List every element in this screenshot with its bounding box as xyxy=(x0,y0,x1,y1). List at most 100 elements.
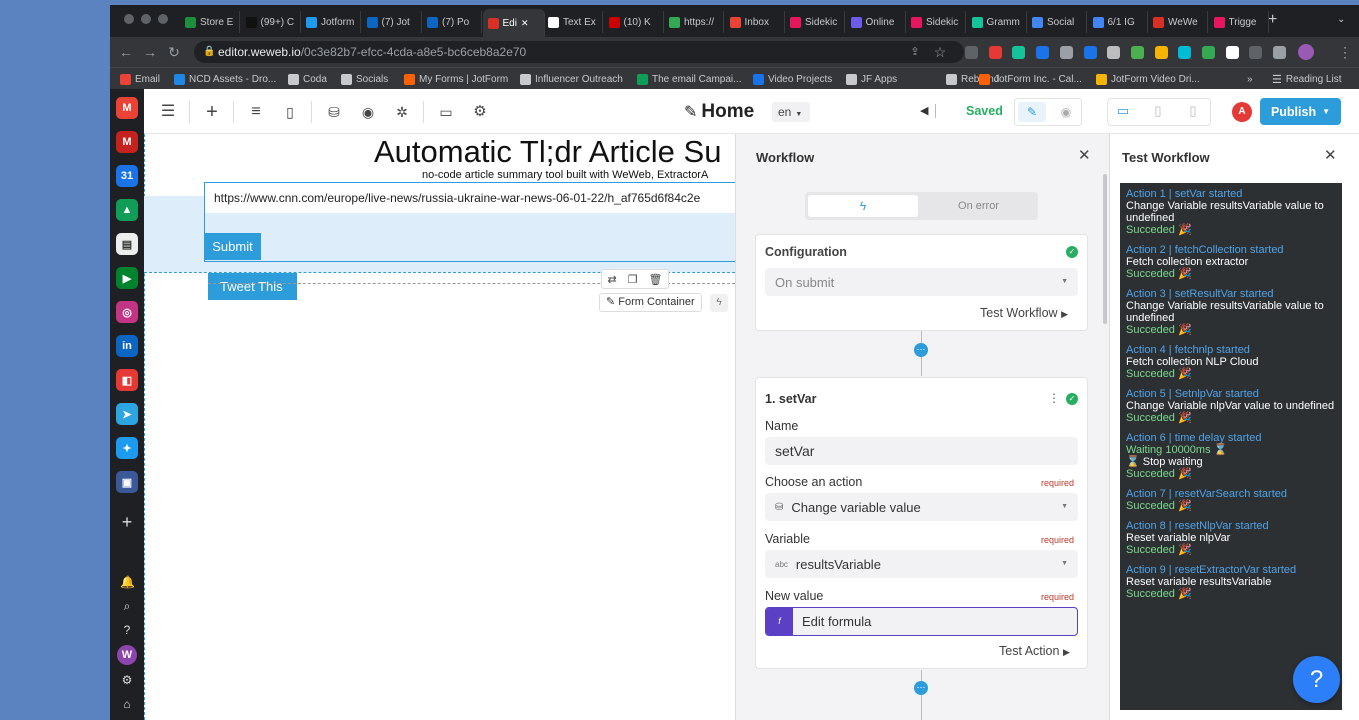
trigger-select[interactable]: On submit ▼ xyxy=(765,268,1078,296)
bookmark-item[interactable]: The email Campai... xyxy=(637,71,741,87)
tab-search-icon[interactable]: ⌄ xyxy=(1337,14,1345,25)
settings-icon[interactable]: ⚙ xyxy=(469,101,491,123)
extension-icon[interactable] xyxy=(1202,46,1215,59)
add-app-icon[interactable]: + xyxy=(120,513,134,531)
browser-menu-icon[interactable]: ⋮ xyxy=(1335,42,1355,62)
users-icon[interactable]: ◉ xyxy=(357,101,379,123)
instagram-icon[interactable]: ◎ xyxy=(116,301,138,323)
bookmarks-more[interactable]: » xyxy=(1247,71,1253,87)
browser-tab[interactable]: Store E xyxy=(180,11,240,33)
calendar-icon[interactable]: 31 xyxy=(116,165,138,187)
maximize-window-dot[interactable] xyxy=(158,14,168,24)
app-icon[interactable]: ◧ xyxy=(116,369,138,391)
twitter-icon[interactable]: ✦ xyxy=(116,437,138,459)
bookmark-item[interactable]: Socials xyxy=(341,71,388,87)
plugins-icon[interactable]: ✲ xyxy=(391,101,413,123)
trash-icon[interactable]: 🗑 xyxy=(649,273,663,286)
close-tab-icon[interactable]: ✕ xyxy=(521,18,529,29)
share-icon[interactable]: ⇪ xyxy=(905,42,925,62)
test-action-button[interactable]: Test Action ▶ xyxy=(999,644,1070,658)
tablet-icon[interactable]: ▯ xyxy=(1147,103,1169,121)
close-icon[interactable]: ✕ xyxy=(1324,146,1337,164)
gmail-icon[interactable]: M xyxy=(116,131,138,153)
history-icon[interactable]: ◀ xyxy=(920,104,928,117)
extension-icon[interactable] xyxy=(1249,46,1263,59)
settings-icon[interactable]: ⚙ xyxy=(120,673,134,687)
browser-tab[interactable]: (10) K xyxy=(604,11,664,33)
formula-field[interactable]: f Edit formula xyxy=(765,607,1078,636)
extension-icon[interactable] xyxy=(1130,46,1144,59)
browser-tab[interactable]: https:// xyxy=(664,11,724,33)
browser-tab[interactable]: (99+) C xyxy=(241,11,301,33)
browser-tab[interactable]: Sidekic xyxy=(785,11,845,33)
desktop-icon[interactable]: ▭ xyxy=(1112,103,1134,121)
language-select[interactable]: en ▼ xyxy=(772,102,810,122)
minimize-window-dot[interactable] xyxy=(141,14,151,24)
extension-icon[interactable] xyxy=(1083,46,1097,59)
menu-icon[interactable]: ☰ xyxy=(157,101,179,123)
reading-list[interactable]: ☰ Reading List xyxy=(1272,71,1341,87)
extension-icon[interactable] xyxy=(1107,46,1121,59)
submit-button[interactable]: Submit xyxy=(204,233,261,260)
add-element-icon[interactable]: + xyxy=(201,101,223,123)
rail-avatar[interactable]: W xyxy=(117,645,137,665)
browser-tab[interactable]: Inbox xyxy=(725,11,785,33)
browser-tab[interactable]: (7) Jot xyxy=(362,11,422,33)
extension-icon[interactable] xyxy=(1273,46,1287,59)
extension-icon[interactable] xyxy=(1178,46,1192,59)
browser-tab[interactable]: (7) Po xyxy=(422,11,482,33)
help-icon[interactable]: ? xyxy=(120,623,134,637)
pages-icon[interactable]: ▯ xyxy=(279,101,301,123)
code-icon[interactable]: ▭ xyxy=(435,101,457,123)
extension-icon[interactable] xyxy=(1225,46,1239,59)
bookmark-item[interactable]: NCD Assets - Dro... xyxy=(174,71,276,87)
app-icon[interactable]: ▣ xyxy=(116,471,138,493)
more-icon[interactable]: ⋮ xyxy=(1048,391,1060,405)
close-window-dot[interactable] xyxy=(124,14,134,24)
extension-icon[interactable] xyxy=(1036,46,1050,59)
mobile-icon[interactable]: ▯ xyxy=(1182,103,1204,121)
element-label[interactable]: ✎ Form Container xyxy=(599,293,702,312)
telegram-icon[interactable]: ➤ xyxy=(116,403,138,425)
help-button[interactable]: ? xyxy=(1293,656,1340,703)
url-field[interactable]: https://www.cnn.com/europe/live-news/rus… xyxy=(205,183,735,213)
data-icon[interactable]: ⛁ xyxy=(323,101,345,123)
extension-icon[interactable] xyxy=(965,46,978,59)
bookmark-star-icon[interactable]: ☆ xyxy=(930,42,950,62)
home-icon[interactable]: ⌂ xyxy=(120,697,134,711)
tweet-button[interactable]: Tweet This xyxy=(208,273,297,300)
name-input[interactable]: setVar xyxy=(765,437,1078,465)
bookmark-item[interactable]: JF Apps xyxy=(846,71,897,87)
scrollbar[interactable] xyxy=(1103,174,1107,324)
edit-mode-icon[interactable]: ✎ xyxy=(1018,102,1046,122)
browser-tab[interactable]: Trigge xyxy=(1209,11,1269,33)
bookmark-item[interactable]: Influencer Outreach xyxy=(520,71,623,87)
profile-avatar[interactable] xyxy=(1298,44,1314,60)
bookmark-item[interactable]: Email xyxy=(120,71,160,87)
extension-icon[interactable] xyxy=(1059,46,1073,59)
test-workflow-button[interactable]: Test Workflow ▶ xyxy=(980,306,1068,320)
reload-icon[interactable]: ↻ xyxy=(164,42,184,62)
browser-tab[interactable]: Text Ex xyxy=(543,11,603,33)
bookmark-item[interactable]: Coda xyxy=(288,71,327,87)
publish-button[interactable]: Publish ▼ xyxy=(1260,98,1341,125)
extension-icon[interactable] xyxy=(1012,46,1026,59)
browser-tab[interactable]: 6/1 IG xyxy=(1088,11,1148,33)
back-icon[interactable]: ← xyxy=(116,42,136,62)
bookmark-item[interactable]: Video Projects xyxy=(753,71,832,87)
tab-trigger[interactable]: ϟ xyxy=(808,195,918,217)
meet-icon[interactable]: ▶ xyxy=(116,267,138,289)
insert-action-icon[interactable]: ⋯ xyxy=(914,343,928,357)
new-tab-button[interactable]: + xyxy=(1268,11,1277,29)
action-select[interactable]: ⛁ Change variable value ▼ xyxy=(765,493,1078,521)
page-title[interactable]: ✎ Home xyxy=(684,101,754,123)
bookmark-item[interactable]: My Forms | JotForm xyxy=(404,71,508,87)
workflow-bolt-icon[interactable]: ϟ xyxy=(710,294,728,312)
duplicate-icon[interactable]: ❐ xyxy=(628,273,638,286)
layers-icon[interactable]: ≡ xyxy=(245,101,267,123)
browser-tab[interactable]: Sidekic xyxy=(906,11,966,33)
docs-icon[interactable]: ▤ xyxy=(116,233,138,255)
forward-icon[interactable]: → xyxy=(140,42,160,62)
browser-tab[interactable]: Social xyxy=(1027,11,1087,33)
bookmark-item[interactable]: JotForm Video Dri... xyxy=(1096,71,1200,87)
